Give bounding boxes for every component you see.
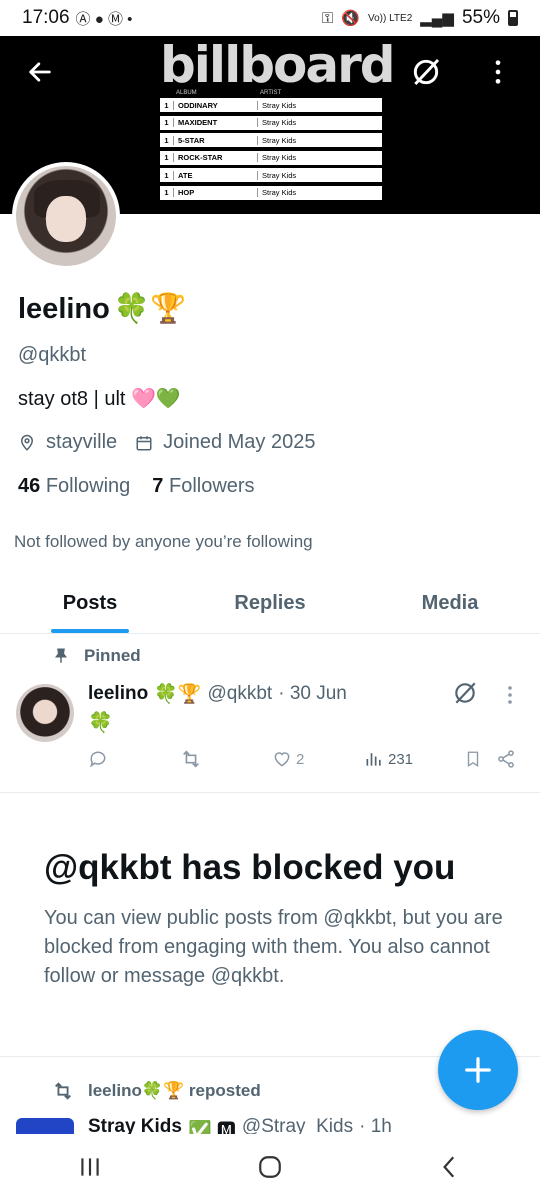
bookmark-button[interactable]: [464, 749, 496, 769]
followers-link[interactable]: 7 Followers: [152, 475, 254, 498]
back-button[interactable]: [22, 54, 58, 90]
location-text: stayville: [46, 431, 118, 453]
tab-replies[interactable]: Replies: [180, 574, 360, 633]
grok-button[interactable]: [408, 54, 444, 90]
post-author-name[interactable]: leelino: [88, 683, 148, 705]
post-header: Stray Kids ✅ 🅼 @Stray_Kids · 1h: [88, 1116, 392, 1134]
more-options-button[interactable]: [480, 54, 516, 90]
battery-icon: [508, 10, 518, 26]
col-artist: ARTIST: [260, 90, 282, 96]
repost-icon: [55, 1082, 71, 1100]
following-link[interactable]: 46 Following: [18, 475, 130, 498]
post-author-handle: @Stray_Kids: [241, 1116, 354, 1134]
joined-text: Joined May 2025: [163, 431, 316, 453]
chart-row: 1 MAXIDENT Stray Kids: [160, 115, 382, 130]
col-album: ALBUM: [176, 90, 197, 96]
not-followed-note: Not followed by anyone you’re following: [14, 532, 313, 551]
billboard-logo: billboard: [160, 36, 396, 94]
system-nav-bar: [0, 1134, 540, 1200]
post-actions: 2 231: [88, 748, 518, 770]
reply-icon: [90, 751, 106, 768]
battery-percent: 55%: [461, 7, 500, 28]
chart-row: 1 ODDINARY Stray Kids: [160, 98, 382, 112]
tab-posts[interactable]: Posts: [0, 574, 180, 633]
post-grok-button[interactable]: [452, 680, 478, 706]
chart-row: 1 ROCK-STAR Stray Kids: [160, 150, 382, 165]
grok-icon: [455, 682, 476, 704]
back-nav-icon[interactable]: [437, 1154, 463, 1180]
profile-avatar[interactable]: [12, 162, 120, 270]
notification-icons: Ⓐ ● Ⓜ •: [75, 10, 133, 28]
post-author-handle: @qkkbt: [207, 683, 273, 704]
profile-tabs: Posts Replies Media: [0, 574, 540, 634]
profile-meta: stayville Joined May 2025: [18, 431, 315, 454]
status-bar: 17:06 Ⓐ ● Ⓜ • ⚿ 🔇 Vo)) LTE2 ▂▄▆ 55%: [0, 0, 540, 36]
arrow-left-icon: [29, 62, 51, 82]
signal-icon: ▂▄▆: [420, 10, 454, 27]
pinned-label: Pinned: [52, 646, 141, 666]
chart-header: ALBUM ARTIST: [160, 90, 382, 96]
location-icon: [20, 434, 34, 451]
name-emojis: 🍀🏆: [113, 293, 187, 325]
calendar-icon: [136, 435, 152, 450]
post-author-emojis: 🍀🏆: [154, 684, 202, 705]
plus-icon: [465, 1057, 491, 1083]
tab-media[interactable]: Media: [360, 574, 540, 633]
follow-stats: 46 Following 7 Followers: [18, 475, 255, 498]
post-date: · 30 Jun: [278, 683, 347, 704]
heart-icon: [274, 752, 290, 767]
chart-row: 1 HOP Stray Kids: [160, 185, 382, 200]
share-icon: [498, 750, 514, 768]
post-time: · 1h: [359, 1116, 392, 1134]
repost-label: leelino🍀🏆 reposted: [52, 1080, 261, 1102]
profile-name: leelino 🍀🏆: [18, 292, 186, 326]
profile-handle: @qkkbt: [18, 344, 87, 366]
repost-button[interactable]: [180, 748, 272, 770]
post-divider: [0, 792, 540, 793]
views-count: 231: [388, 750, 414, 768]
post-more-button[interactable]: [502, 684, 518, 710]
pin-icon: [55, 648, 67, 663]
like-count: 2: [296, 750, 305, 768]
views-icon: [366, 753, 381, 766]
display-name: leelino: [18, 292, 110, 325]
blocked-title: @qkkbt has blocked you: [44, 848, 456, 887]
post-avatar[interactable]: [16, 684, 74, 742]
clock: 17:06: [22, 7, 70, 28]
reply-button[interactable]: [88, 749, 180, 769]
verified-badges: ✅ 🅼: [187, 1121, 236, 1134]
post-body: 🍀: [88, 712, 113, 734]
views-button[interactable]: 231: [364, 749, 464, 769]
key-icon: ⚿: [321, 9, 334, 27]
post-author-name[interactable]: Stray Kids: [88, 1116, 182, 1134]
bookmark-icon: [467, 751, 479, 768]
chart-rows: 1 ODDINARY Stray Kids 1 MAXIDENT Stray Kids …: [160, 98, 382, 204]
chart-row: 1 ATE Stray Kids: [160, 168, 382, 183]
network-label: Vo)) LTE2: [367, 12, 413, 24]
recent-apps-icon[interactable]: [77, 1154, 103, 1180]
chart-row: 1 5-STAR Stray Kids: [160, 133, 382, 148]
more-vertical-icon: [508, 686, 512, 704]
post-header: leelino 🍀🏆 @qkkbt · 30 Jun: [88, 682, 347, 706]
more-vertical-icon: [495, 60, 501, 84]
mute-icon: 🔇: [341, 10, 360, 27]
profile-bio: stay ot8 | ult 🩷💚: [18, 388, 181, 410]
repost-icon: [183, 750, 199, 768]
home-icon[interactable]: [257, 1154, 283, 1180]
blocked-text: You can view public posts from @qkkbt, b…: [44, 907, 503, 987]
compose-button[interactable]: [438, 1030, 518, 1110]
share-button[interactable]: [496, 749, 516, 769]
grok-icon: [413, 58, 440, 86]
like-button[interactable]: 2: [272, 749, 364, 769]
